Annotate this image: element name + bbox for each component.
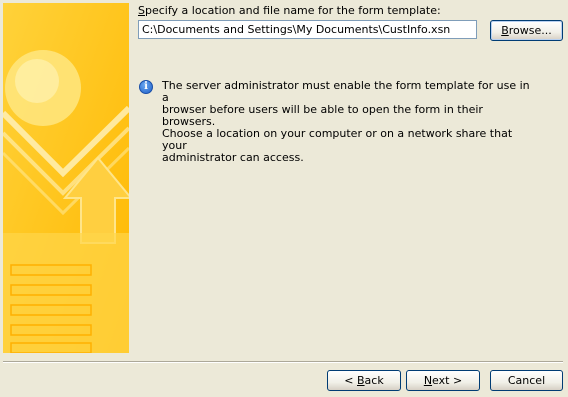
info-line: Choose a location on your computer or on… — [162, 127, 513, 152]
wizard-banner-image — [3, 3, 129, 353]
footer-separator — [3, 361, 563, 363]
info-icon: i — [139, 80, 153, 94]
back-button[interactable]: < Back — [327, 370, 401, 391]
info-line: The server administrator must enable the… — [162, 79, 530, 104]
info-line: browser before users will be able to ope… — [162, 103, 483, 128]
path-label: Specify a location and file name for the… — [138, 4, 441, 17]
info-message: The server administrator must enable the… — [162, 80, 534, 164]
browse-button[interactable]: Browse... — [490, 20, 563, 41]
file-path-input[interactable] — [138, 20, 477, 39]
cancel-button[interactable]: Cancel — [490, 370, 563, 391]
next-button[interactable]: Next > — [406, 370, 480, 391]
info-line: administrator can access. — [162, 151, 304, 164]
